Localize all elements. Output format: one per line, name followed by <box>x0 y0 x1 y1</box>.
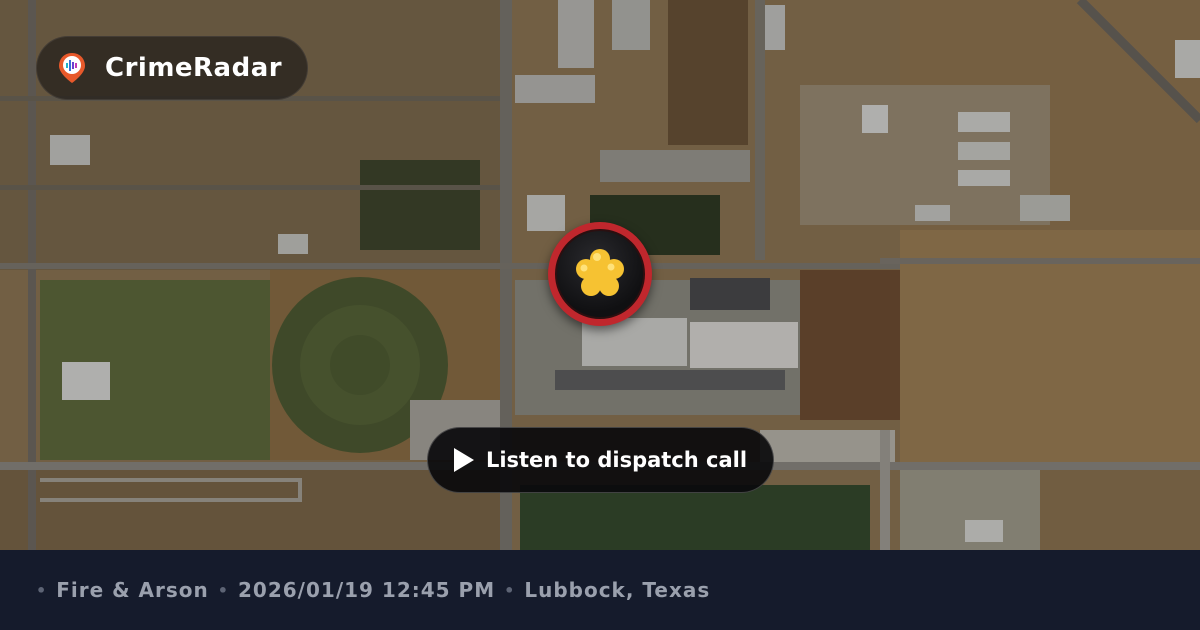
brand-badge[interactable]: CrimeRadar <box>36 36 308 100</box>
crimeradar-pin-icon <box>59 53 85 83</box>
play-icon <box>453 448 474 472</box>
listen-dispatch-button[interactable]: Listen to dispatch call <box>427 427 774 493</box>
separator-dot: • <box>217 580 230 600</box>
listen-dispatch-label: Listen to dispatch call <box>485 448 748 472</box>
separator-dot: • <box>504 580 516 600</box>
separator-dot: • <box>36 580 48 600</box>
incident-marker[interactable] <box>548 222 652 326</box>
incident-location: Lubbock, Texas <box>524 578 711 602</box>
brand-name: CrimeRadar <box>105 53 283 83</box>
fire-incident-icon <box>576 249 624 296</box>
incident-info-bar: • Fire & Arson • 2026/01/19 12:45 PM • L… <box>0 550 1200 630</box>
incident-datetime: 2026/01/19 12:45 PM <box>238 578 496 602</box>
incident-category: Fire & Arson <box>56 578 209 602</box>
share-card: CrimeRadar Listen to dispatch call • Fir… <box>0 0 1200 630</box>
